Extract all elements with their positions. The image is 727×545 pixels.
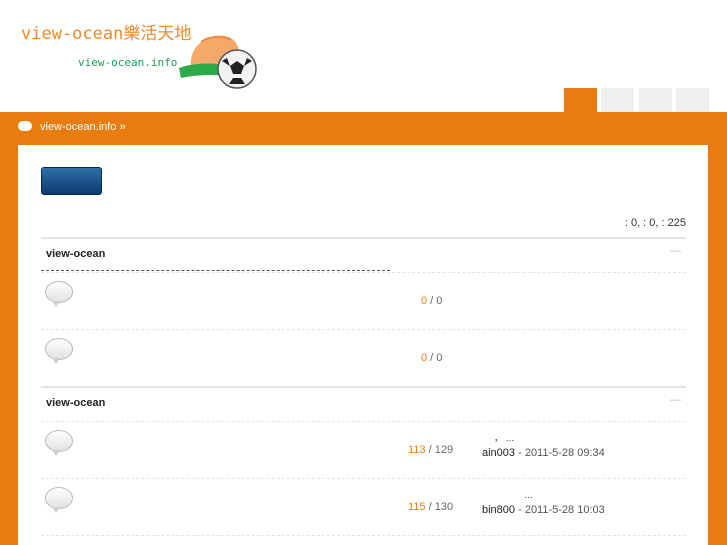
category-title[interactable]: view-ocean bbox=[46, 248, 105, 260]
minus-icon[interactable]: — bbox=[670, 245, 681, 257]
last-post-title[interactable]: ， … bbox=[482, 431, 605, 446]
post-count: 0 bbox=[436, 295, 443, 307]
new-post-button[interactable] bbox=[41, 167, 102, 195]
speech-bubble-icon[interactable] bbox=[45, 487, 73, 513]
nav-tab[interactable] bbox=[639, 88, 672, 112]
nav-tab-active[interactable] bbox=[564, 88, 597, 112]
last-post-user[interactable]: bin800 bbox=[482, 504, 515, 516]
speech-bubble-icon[interactable] bbox=[45, 281, 73, 307]
post-count: 0 bbox=[436, 352, 443, 364]
speech-bubble-icon[interactable] bbox=[45, 430, 73, 456]
forum-row: 113 / 129 ， … ain003 - 2011-5-28 09:34 bbox=[41, 421, 686, 478]
category-header: view-ocean — bbox=[41, 386, 686, 418]
breadcrumb: view-ocean.info » bbox=[18, 118, 126, 136]
site-logo-text[interactable]: view-ocean樂活天地 bbox=[21, 19, 191, 44]
forum-counts: 115 / 130 bbox=[408, 501, 454, 513]
forum-counts: 113 / 129 bbox=[408, 444, 454, 456]
topic-count: 115 bbox=[408, 501, 426, 513]
post-count: 130 bbox=[434, 501, 454, 513]
site-logo-subtext: view-ocean.info bbox=[78, 56, 178, 69]
forum-counts: 0 / 0 bbox=[421, 295, 443, 307]
category-title[interactable]: view-ocean bbox=[46, 397, 105, 409]
nav-tab[interactable] bbox=[601, 88, 634, 112]
speech-bubble-icon bbox=[18, 121, 32, 132]
topic-count: 0 bbox=[421, 352, 428, 364]
cap-and-soccer-ball-icon bbox=[179, 35, 257, 89]
divider bbox=[41, 270, 390, 271]
forum-row bbox=[41, 535, 686, 545]
last-post-title[interactable]: … bbox=[482, 488, 605, 503]
nav-tab[interactable] bbox=[676, 88, 709, 112]
last-post: ， … ain003 - 2011-5-28 09:34 bbox=[482, 431, 605, 461]
breadcrumb-link[interactable]: view-ocean.info » bbox=[40, 121, 126, 133]
last-post-date: - 2011-5-28 10:03 bbox=[515, 504, 605, 516]
forum-row: 115 / 130 … bin800 - 2011-5-28 10:03 bbox=[41, 478, 686, 535]
topic-count: 113 bbox=[408, 444, 426, 456]
forum-row: 0 / 0 bbox=[41, 329, 686, 386]
last-post: … bin800 - 2011-5-28 10:03 bbox=[482, 488, 605, 518]
header: view-ocean樂活天地 view-ocean.info bbox=[0, 0, 727, 112]
forum-row: 0 / 0 bbox=[41, 272, 686, 329]
post-count: 129 bbox=[434, 444, 454, 456]
last-post-user[interactable]: ain003 bbox=[482, 447, 515, 459]
topic-count: 0 bbox=[421, 295, 428, 307]
forum-stats: : 0, : 0, : 225 bbox=[624, 217, 686, 229]
speech-bubble-icon[interactable] bbox=[45, 338, 73, 364]
forum-counts: 0 / 0 bbox=[421, 352, 443, 364]
last-post-date: - 2011-5-28 09:34 bbox=[515, 447, 605, 459]
category-header: view-ocean — bbox=[41, 237, 686, 269]
minus-icon[interactable]: — bbox=[670, 394, 681, 406]
